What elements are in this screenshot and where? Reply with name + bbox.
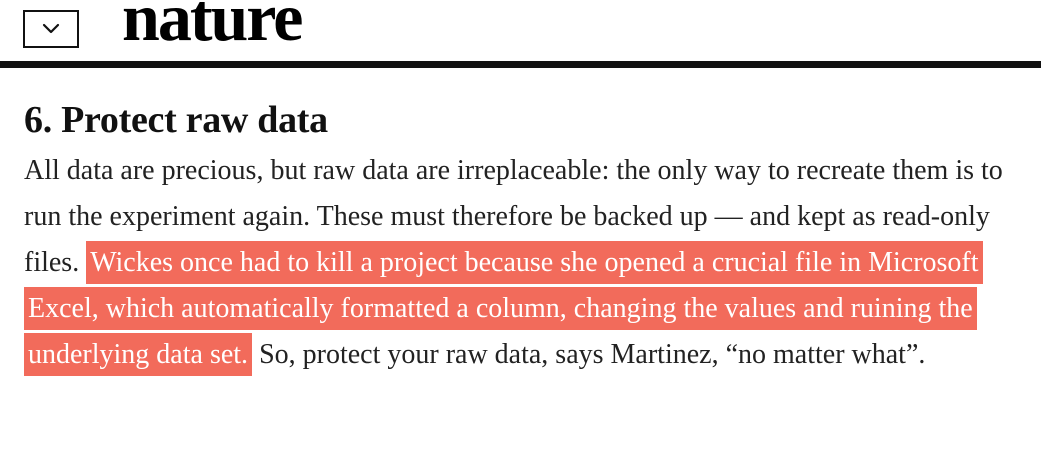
nature-logo[interactable]: nature xyxy=(122,0,303,51)
article-body: 6. Protect raw data All data are preciou… xyxy=(24,96,1024,378)
section-title: 6. Protect raw data xyxy=(24,99,328,141)
paragraph-text-after: So, protect your raw data, says Martinez… xyxy=(259,339,926,370)
article-paragraph: All data are precious, but raw data are … xyxy=(24,148,1024,378)
chevron-down-icon xyxy=(42,23,60,34)
menu-toggle-button[interactable] xyxy=(23,10,79,48)
header-divider xyxy=(0,61,1041,68)
site-header: nature xyxy=(0,0,1041,68)
